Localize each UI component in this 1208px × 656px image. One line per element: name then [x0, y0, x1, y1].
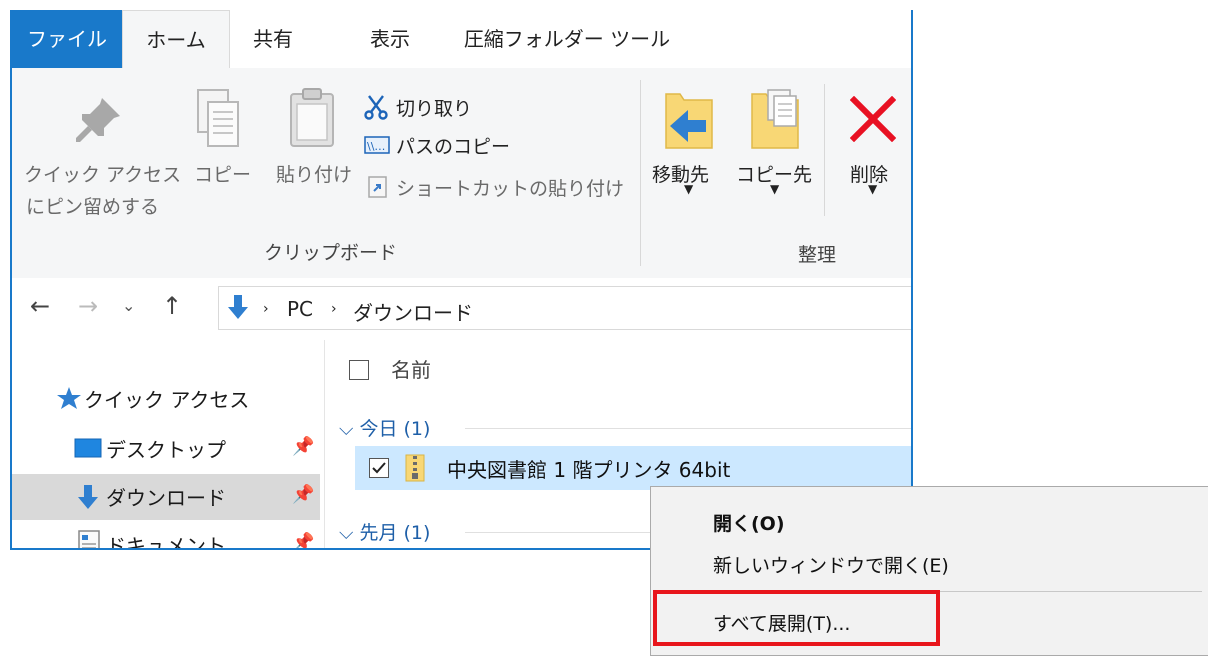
delete-icon[interactable] [849, 95, 897, 146]
copy-button[interactable]: コピー [194, 160, 251, 187]
group-header-today[interactable]: ⌵ 今日 (1) [339, 414, 430, 441]
nav-label-documents: ドキュメント [106, 534, 226, 550]
copy-to-dropdown-icon[interactable]: ▼ [770, 182, 779, 196]
cut-button[interactable]: 切り取り [396, 94, 472, 121]
downloads-arrow-icon [227, 293, 249, 325]
nav-item-quick-access[interactable]: クイック アクセス [12, 376, 320, 422]
ribbon-tab-bar: ファイル ホーム 共有 表示 圧縮フォルダー ツール [12, 10, 911, 69]
pin-icon[interactable] [74, 94, 124, 148]
nav-item-desktop[interactable]: デスクトップ 📌 [12, 426, 320, 472]
copy-icon[interactable] [196, 88, 240, 152]
group-line-today [465, 428, 911, 429]
nav-label-desktop: デスクトップ [106, 438, 226, 462]
move-to-button[interactable]: 移動先 [652, 160, 709, 187]
group-header-last-month[interactable]: ⌵ 先月 (1) [339, 518, 430, 545]
column-header-name[interactable]: 名前 [391, 354, 431, 383]
navigation-bar: ← → ⌄ ↑ › PC › ダウンロード [12, 278, 911, 340]
star-icon [56, 386, 82, 414]
address-bar[interactable]: › PC › ダウンロード [218, 286, 911, 330]
recent-locations-chevron-icon[interactable]: ⌄ [122, 296, 135, 315]
forward-arrow-icon[interactable]: → [78, 292, 98, 320]
breadcrumb-pc[interactable]: PC [287, 297, 313, 321]
scissors-icon[interactable] [364, 94, 388, 124]
breadcrumb-separator-icon-2: › [331, 301, 337, 317]
delete-dropdown-icon[interactable]: ▼ [868, 182, 877, 196]
downloads-icon [76, 483, 100, 515]
nav-item-downloads[interactable]: ダウンロード 📌 [12, 474, 320, 520]
ribbon-separator-2 [824, 84, 825, 216]
explorer-window: ファイル ホーム 共有 表示 圧縮フォルダー ツール クイック アクセス にピン… [10, 10, 913, 550]
copy-to-icon[interactable] [750, 88, 800, 154]
back-arrow-icon[interactable]: ← [30, 292, 50, 320]
file-checkbox[interactable] [369, 458, 389, 478]
zip-folder-icon [405, 454, 425, 486]
move-to-icon[interactable] [664, 90, 714, 154]
group-label-last-month: 先月 (1) [359, 522, 431, 544]
desktop-icon [74, 438, 102, 462]
svg-text:\\…: \\… [367, 140, 385, 153]
menu-item-open[interactable]: 開く(O) [713, 509, 785, 536]
nav-label-downloads: ダウンロード [106, 486, 226, 510]
documents-icon [78, 530, 100, 548]
tab-home[interactable]: ホーム [122, 10, 230, 68]
ribbon-home: クイック アクセス にピン留めする コピー 貼り付け 切り取り \\… パスのコ… [12, 68, 911, 279]
up-arrow-icon[interactable]: ↑ [162, 292, 182, 320]
navigation-pane: クイック アクセス デスクトップ 📌 ダウンロード 📌 ドキュメント 📌 [12, 340, 324, 550]
copy-path-button[interactable]: パスのコピー [396, 132, 510, 159]
menu-item-open-new-window[interactable]: 新しいウィンドウで開く(E) [713, 551, 949, 578]
pin-quick-access-label-2[interactable]: にピン留めする [26, 192, 159, 219]
pin-quick-access-label[interactable]: クイック アクセス [24, 160, 181, 187]
paste-icon[interactable] [288, 88, 336, 152]
paste-button[interactable]: 貼り付け [276, 160, 352, 187]
nav-label-quick-access: クイック アクセス [84, 388, 250, 412]
move-to-dropdown-icon[interactable]: ▼ [684, 182, 693, 196]
tab-file[interactable]: ファイル [12, 10, 122, 68]
group-label-today: 今日 (1) [359, 418, 431, 440]
tab-view[interactable]: 表示 [342, 10, 438, 68]
pin-icon-documents[interactable]: 📌 [292, 532, 314, 548]
file-name: 中央図書館 1 階プリンタ 64bit [447, 458, 731, 482]
nav-item-documents[interactable]: ドキュメント 📌 [12, 522, 320, 550]
clipboard-group-label: クリップボード [264, 242, 398, 264]
pin-icon-downloads[interactable]: 📌 [292, 484, 314, 505]
extract-all-highlight-box [653, 590, 940, 646]
select-all-checkbox[interactable] [349, 360, 369, 380]
breadcrumb-separator-icon: › [263, 301, 269, 317]
tab-share[interactable]: 共有 [234, 10, 312, 68]
breadcrumb-downloads[interactable]: ダウンロード [353, 297, 473, 326]
shortcut-icon[interactable] [368, 176, 388, 202]
paste-shortcut-button[interactable]: ショートカットの貼り付け [396, 174, 624, 201]
ribbon-separator [640, 80, 641, 266]
pin-icon-desktop[interactable]: 📌 [292, 436, 314, 457]
file-row[interactable]: 中央図書館 1 階プリンタ 64bit [355, 446, 911, 490]
tab-zip-tools[interactable]: 圧縮フォルダー ツール [452, 10, 682, 68]
copy-path-icon[interactable]: \\… [364, 136, 390, 158]
organize-group-label: 整理 [798, 244, 837, 266]
